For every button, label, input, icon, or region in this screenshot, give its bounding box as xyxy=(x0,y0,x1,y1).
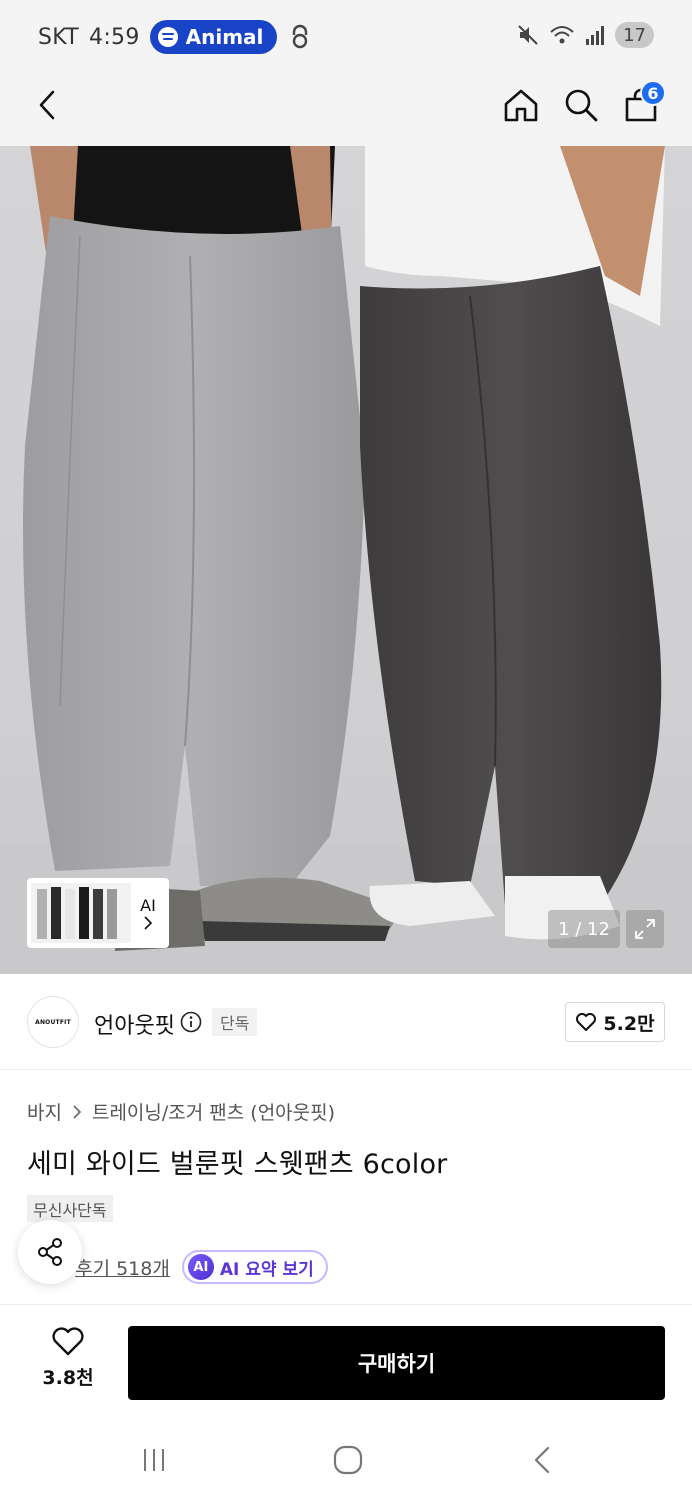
wishlist-count: 3.8천 xyxy=(42,1367,94,1389)
home-circle-icon xyxy=(333,1445,363,1475)
heart-icon xyxy=(576,1013,597,1031)
chevron-left-icon xyxy=(39,90,55,120)
breadcrumb: 바지 트레이닝/조거 팬츠 (언아웃핏) xyxy=(27,1098,335,1125)
ai-thumbnail-card[interactable]: AI xyxy=(27,878,169,948)
carrier-label: SKT xyxy=(38,24,80,50)
back-nav-button[interactable] xyxy=(522,1440,562,1480)
ai-chip-icon: AI xyxy=(187,1254,214,1280)
ai-summary-label: AI 요약 보기 xyxy=(219,1259,314,1280)
buy-button[interactable]: 구매하기 xyxy=(128,1326,665,1400)
chevron-right-icon xyxy=(144,916,153,930)
share-button[interactable] xyxy=(18,1220,82,1284)
status-right: 17 xyxy=(517,22,654,48)
media-pill[interactable]: Animal xyxy=(149,20,278,54)
brand-logo[interactable]: ANOUTFIT xyxy=(27,996,79,1048)
chevron-right-icon xyxy=(73,1104,82,1119)
wifi-icon xyxy=(550,26,574,44)
media-app-label: Animal xyxy=(185,25,264,49)
recent-apps-icon xyxy=(144,1449,164,1471)
clock: 4:59 xyxy=(89,24,140,50)
thumbnail-ai-label: AI xyxy=(131,896,165,930)
system-nav-bar xyxy=(0,1418,692,1500)
back-button[interactable] xyxy=(22,80,72,130)
ai-summary-button[interactable]: AI AI 요약 보기 xyxy=(181,1250,328,1284)
product-photo xyxy=(0,146,692,974)
mute-icon xyxy=(518,25,538,45)
home-icon xyxy=(504,89,538,122)
info-icon[interactable] xyxy=(180,1011,202,1033)
ai-label: AI xyxy=(140,896,156,916)
product-title: 세미 와이드 벌룬핏 스웻팬츠 6color xyxy=(27,1149,448,1180)
lock-icon xyxy=(293,24,308,49)
signal-icon xyxy=(586,26,605,45)
review-count-link[interactable]: 후기 518개 xyxy=(75,1254,170,1281)
status-left: SKT 4:59 Animal xyxy=(38,20,311,54)
brand-logo-text: ANOUTFIT xyxy=(35,1018,71,1026)
recent-apps-button[interactable] xyxy=(134,1440,174,1480)
exclusive-badge: 무신사단독 xyxy=(27,1195,113,1222)
exclusive-tag: 단독 xyxy=(212,1008,258,1036)
product-image-carousel[interactable]: AI 1 / 12 xyxy=(0,146,692,974)
back-arrow-icon xyxy=(534,1446,550,1474)
share-icon xyxy=(38,1238,62,1266)
home-nav-button[interactable] xyxy=(328,1440,368,1480)
brand-like-button[interactable]: 5.2만 xyxy=(565,1002,665,1042)
expand-button[interactable] xyxy=(626,910,664,948)
bottom-action-bar: 3.8천 구매하기 xyxy=(0,1304,692,1418)
home-button[interactable] xyxy=(496,80,546,130)
cart-button[interactable]: 6 xyxy=(616,80,666,130)
spotify-icon xyxy=(157,27,178,47)
wishlist-button[interactable]: 3.8천 xyxy=(28,1327,108,1397)
app-header: 6 xyxy=(0,72,692,238)
breadcrumb-item-category[interactable]: 바지 xyxy=(27,1098,62,1125)
search-button[interactable] xyxy=(556,80,606,130)
thumbnail-image xyxy=(31,883,131,943)
heart-icon xyxy=(52,1327,84,1356)
breadcrumb-item-subcategory[interactable]: 트레이닝/조거 팬츠 (언아웃핏) xyxy=(92,1098,335,1125)
expand-icon xyxy=(635,919,655,939)
battery-indicator: 17 xyxy=(615,22,654,48)
cart-count-badge: 6 xyxy=(640,80,666,106)
search-icon xyxy=(565,89,598,122)
brand-like-count: 5.2만 xyxy=(603,1012,655,1035)
image-counter: 1 / 12 xyxy=(548,910,620,948)
status-bar: SKT 4:59 Animal 17 xyxy=(0,0,692,72)
brand-name[interactable]: 언아웃핏 xyxy=(94,1008,175,1040)
brand-row: ANOUTFIT 언아웃핏 단독 5.2만 xyxy=(0,974,692,1070)
